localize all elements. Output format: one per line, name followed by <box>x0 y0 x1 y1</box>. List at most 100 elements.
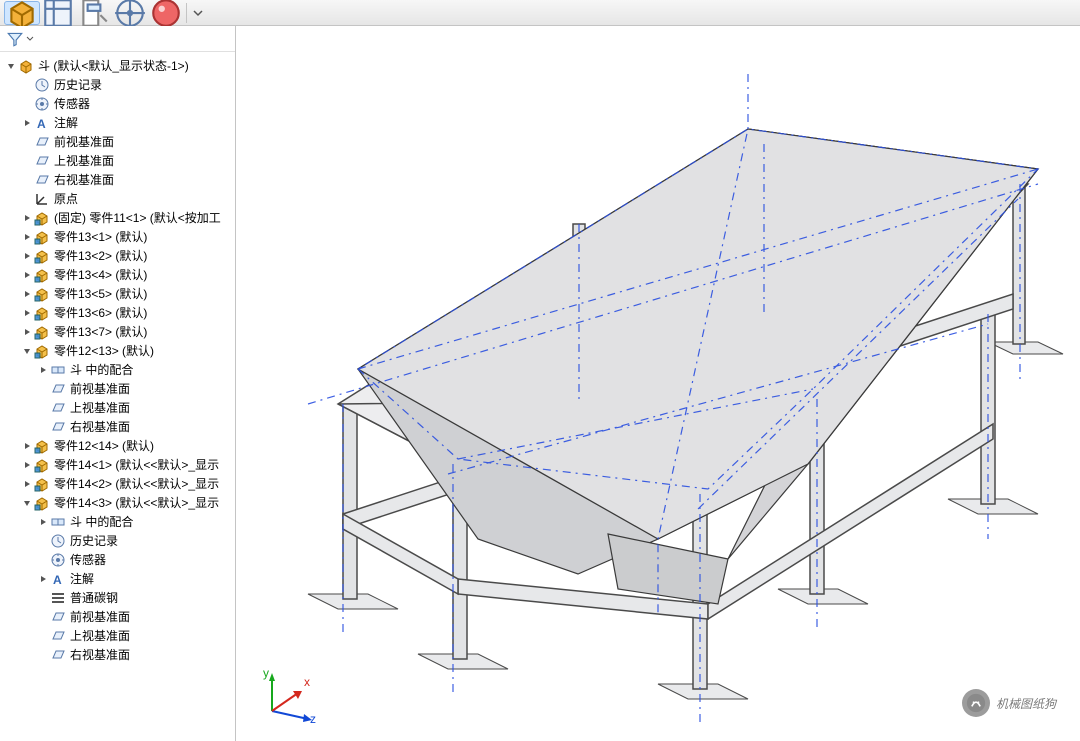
part-icon <box>34 457 50 473</box>
tree-node-label: 前视基准面 <box>70 380 130 397</box>
tree-node-label: 右视基准面 <box>70 418 130 435</box>
tree-node[interactable]: (固定) 零件11<1> (默认<按加工 <box>2 208 235 227</box>
tree-filter-bar <box>0 26 235 52</box>
plane-icon <box>50 647 66 663</box>
tree-node[interactable]: 历史记录 <box>2 531 235 550</box>
plane-icon <box>34 153 50 169</box>
expand-icon[interactable] <box>20 477 34 491</box>
tree-node[interactable]: 上视基准面 <box>2 626 235 645</box>
expand-icon[interactable] <box>4 59 18 73</box>
tree-node[interactable]: 历史记录 <box>2 75 235 94</box>
tree-node[interactable]: 前视基准面 <box>2 132 235 151</box>
tree-node-label: 斗 中的配合 <box>70 361 133 378</box>
expand-icon[interactable] <box>36 572 50 586</box>
svg-text:A: A <box>53 573 62 587</box>
tree-node[interactable]: 斗 中的配合 <box>2 360 235 379</box>
expand-icon[interactable] <box>20 439 34 453</box>
part-icon <box>34 495 50 511</box>
tree-node[interactable]: 零件14<1> (默认<<默认>_显示 <box>2 455 235 474</box>
tab-config[interactable] <box>112 1 148 25</box>
tree-node[interactable]: 传感器 <box>2 94 235 113</box>
tab-property[interactable] <box>76 1 112 25</box>
expand-icon[interactable] <box>20 306 34 320</box>
tree-node[interactable]: 零件13<6> (默认) <box>2 303 235 322</box>
tree-node[interactable]: 原点 <box>2 189 235 208</box>
tree-node-label: 斗 中的配合 <box>70 513 133 530</box>
tree-node-label: 前视基准面 <box>70 608 130 625</box>
feature-tree-panel: 斗 (默认<默认_显示状态-1>)历史记录传感器A注解前视基准面上视基准面右视基… <box>0 26 236 741</box>
expand-icon[interactable] <box>20 458 34 472</box>
tree-node[interactable]: 右视基准面 <box>2 170 235 189</box>
tree-node[interactable]: A 注解 <box>2 569 235 588</box>
expand-icon[interactable] <box>20 249 34 263</box>
plane-icon <box>34 134 50 150</box>
plane-icon <box>50 400 66 416</box>
tree-node-label: 前视基准面 <box>54 133 114 150</box>
expand-icon[interactable] <box>20 211 34 225</box>
tree-node-label: 上视基准面 <box>70 627 130 644</box>
tree-node[interactable]: 零件14<3> (默认<<默认>_显示 <box>2 493 235 512</box>
part-icon <box>34 305 50 321</box>
tree-node[interactable]: 零件13<4> (默认) <box>2 265 235 284</box>
feature-tree[interactable]: 斗 (默认<默认_显示状态-1>)历史记录传感器A注解前视基准面上视基准面右视基… <box>0 52 235 741</box>
expand-icon[interactable] <box>20 268 34 282</box>
tree-node[interactable]: 前视基准面 <box>2 607 235 626</box>
tree-node[interactable]: 右视基准面 <box>2 645 235 664</box>
assembly-icon <box>18 58 34 74</box>
model-svg <box>248 34 1068 734</box>
part-icon <box>34 438 50 454</box>
expand-icon[interactable] <box>20 344 34 358</box>
tree-node[interactable]: 零件13<7> (默认) <box>2 322 235 341</box>
tree-node[interactable]: 前视基准面 <box>2 379 235 398</box>
expand-icon[interactable] <box>20 325 34 339</box>
mates-icon <box>50 514 66 530</box>
view-triad[interactable]: y x z <box>260 663 320 723</box>
sensor-icon <box>34 96 50 112</box>
tree-root[interactable]: 斗 (默认<默认_显示状态-1>) <box>2 56 235 75</box>
tree-node[interactable]: 零件13<1> (默认) <box>2 227 235 246</box>
tree-node[interactable]: 上视基准面 <box>2 398 235 417</box>
expand-icon[interactable] <box>20 116 34 130</box>
tree-node-label: 原点 <box>54 190 78 207</box>
origin-icon <box>34 191 50 207</box>
tree-node[interactable]: 普通碳钢 <box>2 588 235 607</box>
tree-node[interactable]: 零件13<2> (默认) <box>2 246 235 265</box>
part-icon <box>34 248 50 264</box>
tree-node[interactable]: 斗 中的配合 <box>2 512 235 531</box>
part-icon <box>34 324 50 340</box>
tree-node[interactable]: A注解 <box>2 113 235 132</box>
tree-node[interactable]: 上视基准面 <box>2 151 235 170</box>
axis-x-label: x <box>304 675 310 689</box>
tab-appearance[interactable] <box>148 1 184 25</box>
tab-assembly[interactable] <box>4 1 40 25</box>
tree-node-label: 上视基准面 <box>54 152 114 169</box>
expand-icon[interactable] <box>20 496 34 510</box>
tree-node[interactable]: 零件14<2> (默认<<默认>_显示 <box>2 474 235 493</box>
tree-node-label: 零件13<4> (默认) <box>54 266 147 283</box>
tree-node-label: 零件13<1> (默认) <box>54 228 147 245</box>
mates-icon <box>50 362 66 378</box>
tree-node-label: 注解 <box>70 570 94 587</box>
filter-icon[interactable] <box>6 30 24 48</box>
plane-icon <box>50 419 66 435</box>
tree-node[interactable]: 右视基准面 <box>2 417 235 436</box>
tree-node[interactable]: 零件13<5> (默认) <box>2 284 235 303</box>
tree-node-label: 右视基准面 <box>54 171 114 188</box>
expand-icon[interactable] <box>36 363 50 377</box>
tree-node[interactable]: 传感器 <box>2 550 235 569</box>
tree-node-label: (固定) 零件11<1> (默认<按加工 <box>54 209 221 226</box>
tree-node[interactable]: 零件12<14> (默认) <box>2 436 235 455</box>
part-icon <box>34 286 50 302</box>
toolbar-overflow[interactable] <box>189 1 207 25</box>
expand-icon[interactable] <box>20 230 34 244</box>
tree-node-label: 历史记录 <box>70 532 118 549</box>
graphics-viewport[interactable]: y x z 机械图纸狗 <box>236 26 1080 741</box>
filter-dropdown-icon[interactable] <box>26 32 34 46</box>
part-icon <box>34 210 50 226</box>
expand-icon[interactable] <box>20 287 34 301</box>
expand-icon[interactable] <box>36 515 50 529</box>
tab-layout[interactable] <box>40 1 76 25</box>
tree-node-label: 零件13<5> (默认) <box>54 285 147 302</box>
tree-node-label: 零件14<2> (默认<<默认>_显示 <box>54 475 219 492</box>
tree-node[interactable]: 零件12<13> (默认) <box>2 341 235 360</box>
